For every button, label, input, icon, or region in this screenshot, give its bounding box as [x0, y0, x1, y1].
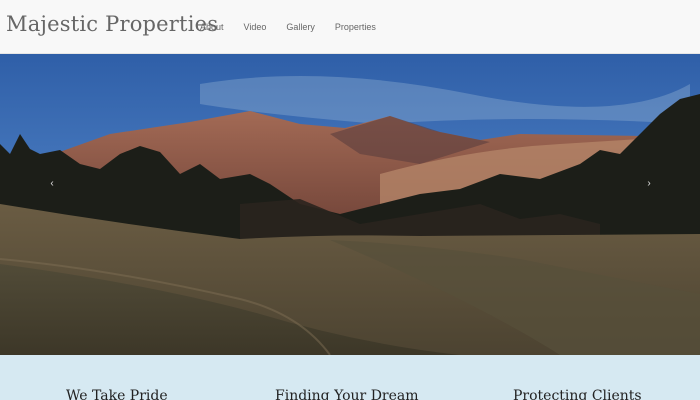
chevron-right-icon: › — [647, 178, 651, 189]
feature-heading-protecting: Protecting Clients — [513, 388, 642, 400]
nav-links: About Video Gallery Properties — [190, 0, 386, 54]
hero-carousel: ‹ › — [0, 54, 700, 355]
features-section: We Take Pride Finding Your Dream Protect… — [0, 355, 700, 400]
nav-link-video[interactable]: Video — [234, 22, 277, 32]
brand-logo-link[interactable]: Majestic Properties — [6, 12, 218, 36]
feature-heading-dream: Finding Your Dream — [275, 388, 419, 400]
nav-link-about[interactable]: About — [190, 22, 234, 32]
carousel-next-button[interactable]: › — [644, 178, 654, 189]
nav-link-gallery[interactable]: Gallery — [276, 22, 325, 32]
chevron-left-icon: ‹ — [50, 178, 54, 189]
carousel-prev-button[interactable]: ‹ — [47, 178, 57, 189]
feature-heading-pride: We Take Pride — [66, 388, 168, 400]
nav-link-properties[interactable]: Properties — [325, 22, 386, 32]
carousel-slide-image — [0, 54, 700, 355]
navbar: Majestic Properties About Video Gallery … — [0, 0, 700, 54]
